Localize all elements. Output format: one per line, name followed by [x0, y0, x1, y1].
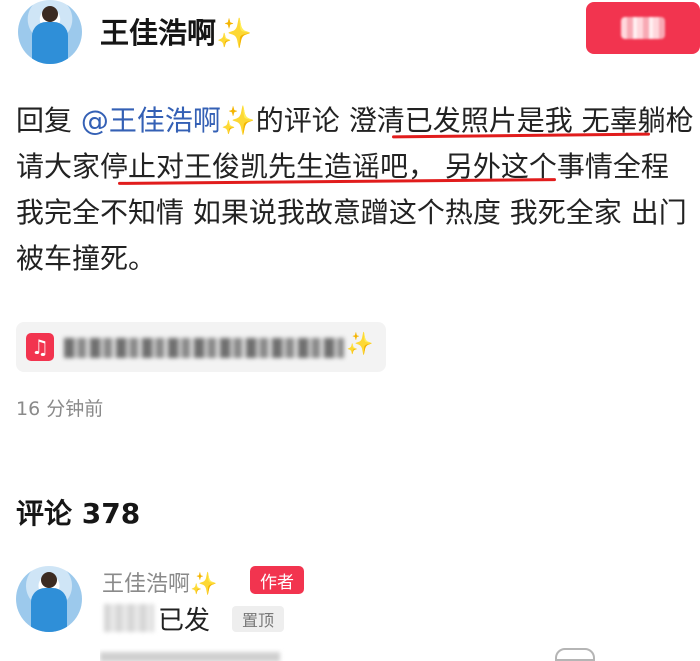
- sparkle-icon: ✨: [190, 572, 218, 597]
- underlined-clarification: 澄清已发照片是我: [348, 104, 573, 137]
- sparkle-icon: ✨: [346, 332, 374, 357]
- music-chip[interactable]: ♫ ✨: [16, 322, 386, 372]
- comments-label: 评论: [16, 497, 73, 530]
- mention-link[interactable]: @王佳浩啊✨: [81, 104, 256, 137]
- mention-text: @王佳浩啊: [80, 104, 221, 137]
- comment-meta-strip: [100, 648, 700, 661]
- comment-text: 已发: [158, 606, 211, 636]
- comment-avatar[interactable]: [16, 566, 82, 632]
- avatar-figure-head: [42, 6, 58, 22]
- author-name[interactable]: 王佳浩啊✨: [100, 10, 252, 52]
- comments-count: 378: [81, 497, 141, 530]
- author-badge: 作者: [250, 566, 304, 594]
- underlined-request: 请大家停止对王俊凯先生造谣吧，: [16, 150, 437, 183]
- author-name-text: 王佳浩啊: [100, 16, 217, 50]
- comments-header: 评论 378: [16, 492, 140, 532]
- sparkle-icon: ✨: [220, 104, 256, 137]
- pinned-badge: 置顶: [232, 606, 284, 632]
- comment-author-name[interactable]: 王佳浩啊✨: [102, 566, 217, 598]
- author-avatar[interactable]: [18, 0, 82, 64]
- mention-suffix: 的评论: [255, 104, 349, 137]
- blurred-meta: [100, 652, 280, 661]
- sparkle-icon: ✨: [216, 16, 253, 50]
- avatar-figure-head: [41, 572, 57, 588]
- music-note-icon: ♫: [26, 333, 54, 361]
- avatar-figure-body: [32, 22, 68, 64]
- blurred-comment-text: [104, 604, 154, 632]
- reply-text: 回复 @王佳浩啊✨的评论 澄清已发照片是我 无辜躺枪 请大家停止对王俊凯先生造谣…: [16, 98, 694, 282]
- blurred-button-label: [621, 17, 665, 39]
- follow-button[interactable]: [586, 2, 700, 54]
- blurred-music-title: [64, 338, 344, 358]
- avatar-figure-body: [31, 588, 67, 632]
- reply-prefix: 回复: [16, 104, 81, 137]
- comment-author-text: 王佳浩啊: [102, 572, 191, 597]
- timestamp: 16 分钟前: [16, 398, 104, 420]
- like-icon[interactable]: [555, 648, 595, 661]
